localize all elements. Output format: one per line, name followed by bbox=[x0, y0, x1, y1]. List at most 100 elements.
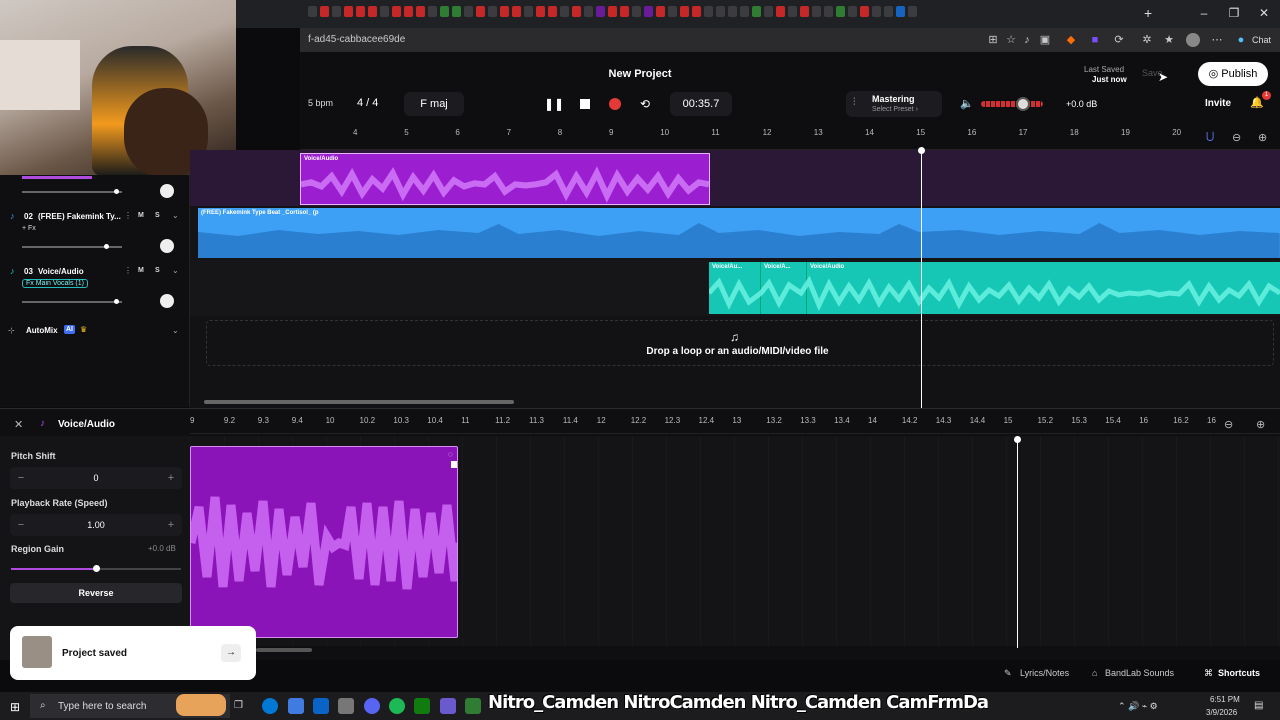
chat-label[interactable]: Chat bbox=[1252, 35, 1271, 45]
clip-loop-handle-icon[interactable]: ◌ bbox=[448, 450, 453, 459]
record-icon[interactable] bbox=[605, 94, 625, 114]
playhead[interactable] bbox=[921, 150, 922, 408]
puzzle-icon[interactable]: ✲ bbox=[1140, 33, 1154, 47]
toast-arrow-icon[interactable]: → bbox=[221, 644, 241, 662]
clip-trim-handle[interactable] bbox=[451, 461, 457, 468]
track-2-mute-button[interactable]: M bbox=[138, 212, 144, 219]
menu-dots-icon[interactable]: ⋯ bbox=[1210, 33, 1224, 47]
track-2-volume-knob[interactable] bbox=[104, 244, 109, 249]
bandlab-sounds-button[interactable]: BandLab Sounds bbox=[1105, 668, 1174, 678]
install-icon[interactable]: ⊞ bbox=[986, 33, 1000, 47]
project-title[interactable]: New Project bbox=[540, 68, 740, 80]
windows-start-icon[interactable]: ⊞ bbox=[10, 700, 20, 714]
reverse-button[interactable]: Reverse bbox=[10, 583, 182, 603]
publish-button[interactable]: ◎ Publish bbox=[1198, 62, 1268, 86]
track-2-name[interactable]: (FREE) Fakemink Ty... bbox=[38, 212, 121, 221]
copilot-icon[interactable]: ● bbox=[1234, 33, 1248, 47]
lyrics-notes-button[interactable]: Lyrics/Notes bbox=[1020, 668, 1069, 678]
track-2-fx-button[interactable]: + Fx bbox=[22, 225, 36, 232]
playback-rate-value[interactable]: 1.00 bbox=[32, 514, 160, 536]
zoom-in-icon[interactable]: ⊕ bbox=[1258, 131, 1267, 144]
favorites-icon[interactable]: ★ bbox=[1162, 33, 1176, 47]
track-3-volume-fader[interactable] bbox=[22, 301, 122, 303]
editor-playhead[interactable] bbox=[1017, 438, 1018, 648]
notifications-icon[interactable]: ▤ bbox=[1254, 700, 1263, 711]
bell-icon[interactable]: 🔔 bbox=[1250, 96, 1264, 109]
track-3-solo-button[interactable]: S bbox=[155, 267, 160, 274]
brave-icon[interactable]: ◆ bbox=[1064, 33, 1078, 47]
track-lanes[interactable]: Voice/Audio (FREE) Fakemink Type Beat _C… bbox=[190, 150, 1280, 408]
magnet-icon[interactable]: ⋃ bbox=[1206, 131, 1214, 142]
refresh-icon[interactable]: ⟳ bbox=[1112, 33, 1126, 47]
mute-speaker-icon[interactable]: 🔈 bbox=[960, 97, 974, 110]
editor-playhead-handle[interactable] bbox=[1014, 436, 1021, 443]
region-gain-knob[interactable] bbox=[93, 565, 100, 572]
store-icon[interactable] bbox=[338, 698, 354, 714]
bookmark-star-icon[interactable]: ☆ bbox=[1004, 33, 1018, 47]
track-2-solo-button[interactable]: S bbox=[155, 212, 160, 219]
timeline-ruler[interactable] bbox=[300, 124, 1280, 150]
master-volume-knob[interactable] bbox=[1016, 97, 1030, 111]
pitch-shift-decrement-button[interactable]: − bbox=[10, 467, 32, 489]
playhead-handle[interactable] bbox=[918, 147, 925, 154]
pitch-shift-stepper[interactable]: − 0 + bbox=[10, 467, 182, 489]
pause-icon[interactable]: ❚❚ bbox=[544, 94, 564, 114]
editor-zoom-out-icon[interactable]: ⊖ bbox=[1224, 418, 1233, 431]
playback-rate-stepper[interactable]: − 1.00 + bbox=[10, 514, 182, 536]
address-bar[interactable] bbox=[300, 28, 1280, 52]
automix-label[interactable]: AutoMix bbox=[26, 326, 58, 335]
time-signature[interactable]: 4 / 4 bbox=[357, 97, 378, 109]
track-1-volume-knob[interactable] bbox=[114, 189, 119, 194]
close-window-icon[interactable]: ✕ bbox=[1256, 6, 1272, 20]
pitch-shift-value[interactable]: 0 bbox=[32, 467, 160, 489]
browser-tabs[interactable] bbox=[308, 6, 1158, 22]
loop-icon[interactable]: ⟲ bbox=[635, 94, 655, 114]
url-text[interactable]: f-ad45-cabbacee69de bbox=[308, 34, 405, 45]
key-button[interactable]: F maj bbox=[404, 92, 464, 116]
mic-icon[interactable]: ♪ bbox=[1020, 33, 1034, 47]
track-3-pan-knob[interactable] bbox=[160, 294, 174, 308]
timeline-horizontal-scrollbar[interactable] bbox=[204, 400, 514, 404]
track-2-pan-knob[interactable] bbox=[160, 239, 174, 253]
shortcuts-button[interactable]: Shortcuts bbox=[1218, 668, 1260, 678]
track-2-menu-icon[interactable]: ⋮ bbox=[124, 211, 132, 220]
drop-zone[interactable] bbox=[206, 320, 1274, 366]
track-3-mute-button[interactable]: M bbox=[138, 267, 144, 274]
track-2-expand-icon[interactable]: ⌄ bbox=[172, 211, 179, 220]
extension-purple-icon[interactable]: ■ bbox=[1088, 33, 1102, 47]
track-2-clip[interactable]: (FREE) Fakemink Type Beat _Cortisol_ (p bbox=[198, 208, 1280, 258]
track-3-expand-icon[interactable]: ⌄ bbox=[172, 266, 179, 275]
automix-expand-icon[interactable]: ⌄ bbox=[172, 326, 179, 335]
minimize-icon[interactable]: – bbox=[1196, 6, 1212, 20]
editor-zoom-in-icon[interactable]: ⊕ bbox=[1256, 418, 1265, 431]
close-editor-icon[interactable]: ✕ bbox=[14, 418, 23, 431]
track-1-pan-knob[interactable] bbox=[160, 184, 174, 198]
invite-button[interactable]: Invite bbox=[1198, 94, 1238, 114]
edge-icon[interactable] bbox=[262, 698, 278, 714]
playback-rate-decrement-button[interactable]: − bbox=[10, 514, 32, 536]
track-3-fx-chip[interactable]: Fx Main Vocals (1) bbox=[22, 279, 88, 288]
editor-horizontal-scrollbar[interactable] bbox=[256, 648, 312, 652]
track-1-clip[interactable]: Voice/Audio bbox=[300, 153, 710, 205]
track-3-name[interactable]: Voice/Audio bbox=[38, 267, 84, 276]
new-tab-icon[interactable]: + bbox=[1144, 5, 1152, 21]
minecraft-icon[interactable] bbox=[465, 698, 481, 714]
track-3-menu-icon[interactable]: ⋮ bbox=[124, 266, 132, 275]
maximize-icon[interactable]: ❐ bbox=[1226, 6, 1242, 20]
discord-icon[interactable] bbox=[364, 698, 380, 714]
editor-region-clip[interactable] bbox=[190, 446, 458, 638]
track-1-volume-fader[interactable] bbox=[22, 191, 122, 193]
bpm-field[interactable]: 5 bpm bbox=[308, 98, 333, 108]
xbox-icon[interactable] bbox=[414, 698, 430, 714]
extension-icon[interactable]: ▣ bbox=[1038, 33, 1052, 47]
master-volume-slider[interactable] bbox=[981, 101, 1043, 107]
profile-avatar[interactable] bbox=[1186, 33, 1200, 47]
spotify-icon[interactable] bbox=[389, 698, 405, 714]
outlook-icon[interactable] bbox=[313, 698, 329, 714]
zoom-out-icon[interactable]: ⊖ bbox=[1232, 131, 1241, 144]
copilot-taskbar-icon[interactable] bbox=[288, 698, 304, 714]
task-view-icon[interactable]: ❐ bbox=[234, 700, 243, 711]
taskbar-search-placeholder[interactable]: Type here to search bbox=[58, 701, 146, 712]
track-3-volume-knob[interactable] bbox=[114, 299, 119, 304]
pitch-shift-increment-button[interactable]: + bbox=[160, 467, 182, 489]
